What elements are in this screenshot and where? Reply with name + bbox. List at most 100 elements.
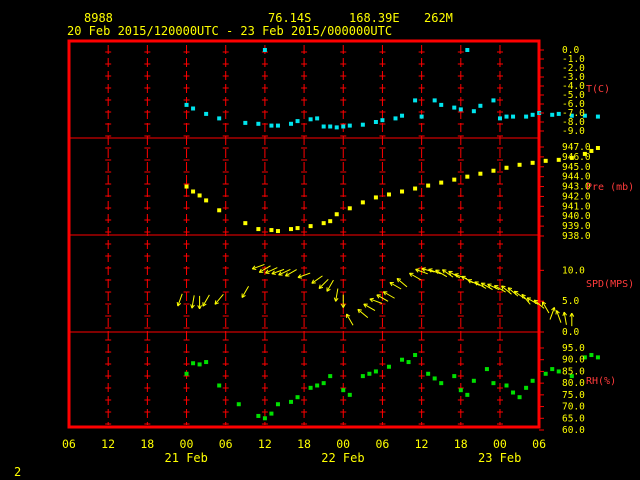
humidity-point [589,353,594,358]
humidity-point [432,376,437,381]
humidity-point [204,360,209,365]
temperature-point [373,120,378,124]
humidity-point [256,413,261,418]
humidity-point [321,381,326,386]
wind-y-tick-label: 5.0 [562,296,579,307]
humidity-point [295,395,300,400]
pressure-point [439,180,444,185]
temperature-point [465,48,470,52]
pressure-point [191,189,196,194]
pressure-point [308,224,313,229]
x-hour-label: 18 [297,437,311,451]
temperature-point [295,119,300,124]
pressure-point [275,229,280,234]
x-hour-label: 06 [532,437,546,451]
pressure-point [595,145,600,150]
x-hour-label: 06 [219,437,233,451]
humidity-point [452,374,457,379]
humidity-point [543,371,548,376]
humidity-point [367,371,372,376]
page-number: 2 [14,465,21,479]
humidity-point [524,385,529,390]
temperature-point [452,105,457,110]
temperature-point [471,109,476,114]
wind-y-tick-label: 0.0 [562,327,579,338]
meteogram: 8988 76.14S 168.39E 262M 20 Feb 2015/120… [0,0,640,480]
pressure-point [334,212,339,217]
temperature-point [262,48,267,52]
humidity-point [491,381,496,386]
temperature-point [315,116,320,121]
temperature-point [413,98,418,103]
humidity-point [406,360,411,365]
longitude: 168.39E [349,11,400,25]
temperature-point [269,123,274,128]
pressure-point [478,171,483,176]
temperature-point [289,121,294,126]
humidity-point [484,367,489,372]
temperature-point [328,124,333,129]
humidity-point [191,361,196,366]
humidity-point [197,362,202,367]
humidity-y-tick-label: 60.0 [562,425,585,436]
pressure-point [197,193,202,198]
temperature-point [491,98,496,103]
humidity-point [275,402,280,407]
temperature-point [191,106,196,111]
humidity-point [517,395,522,400]
pressure-point [517,162,522,167]
humidity-point [308,385,313,390]
station-id: 8988 [84,11,113,25]
pressure-point [360,200,365,205]
humidity-point [347,392,352,397]
temperature-point [217,116,222,121]
temperature-point [256,121,261,126]
time-range: 20 Feb 2015/120000UTC - 23 Feb 2015/0000… [67,24,392,38]
pressure-point [204,198,209,203]
humidity-point [556,369,561,374]
wind-y-tick-label: 10.0 [562,265,585,276]
temperature-point [497,116,502,121]
humidity-point [269,411,274,416]
temperature-point [511,114,516,119]
humidity-point [315,383,320,388]
elevation: 262M [424,11,453,25]
temperature-point [556,111,561,116]
pressure-point [465,174,470,179]
pressure-point [328,219,333,224]
humidity-point [184,371,189,376]
x-hour-label: 12 [101,437,115,451]
temperature-point [458,107,463,112]
pressure-point [530,160,535,165]
humidity-y-tick-label: 95.0 [562,343,585,354]
humidity-point [426,371,431,376]
pressure-point [373,195,378,200]
pressure-point [321,221,326,226]
temperature-point [550,112,555,117]
background [0,0,640,480]
x-hour-label: 12 [258,437,272,451]
latitude: 76.14S [268,11,311,25]
pressure-point [243,221,248,226]
temperature-point [478,103,483,108]
x-date-label: 23 Feb [478,451,521,465]
pressure-point [217,208,222,213]
x-hour-label: 00 [493,437,507,451]
humidity-point [328,374,333,379]
humidity-point [595,355,600,360]
temperature-point [184,102,189,107]
temperature-point [243,120,248,125]
pressure-point [452,177,457,182]
temperature-point [400,113,405,118]
x-date-label: 21 Feb [165,451,208,465]
pressure-point [295,226,300,231]
x-hour-label: 18 [140,437,154,451]
humidity-point [530,378,535,383]
x-hour-label: 06 [62,437,76,451]
x-hour-label: 00 [180,437,194,451]
pressure-point [504,165,509,170]
pressure-point [413,186,418,191]
humidity-point [236,402,241,407]
humidity-point [511,390,516,395]
temperature-point [595,114,600,119]
